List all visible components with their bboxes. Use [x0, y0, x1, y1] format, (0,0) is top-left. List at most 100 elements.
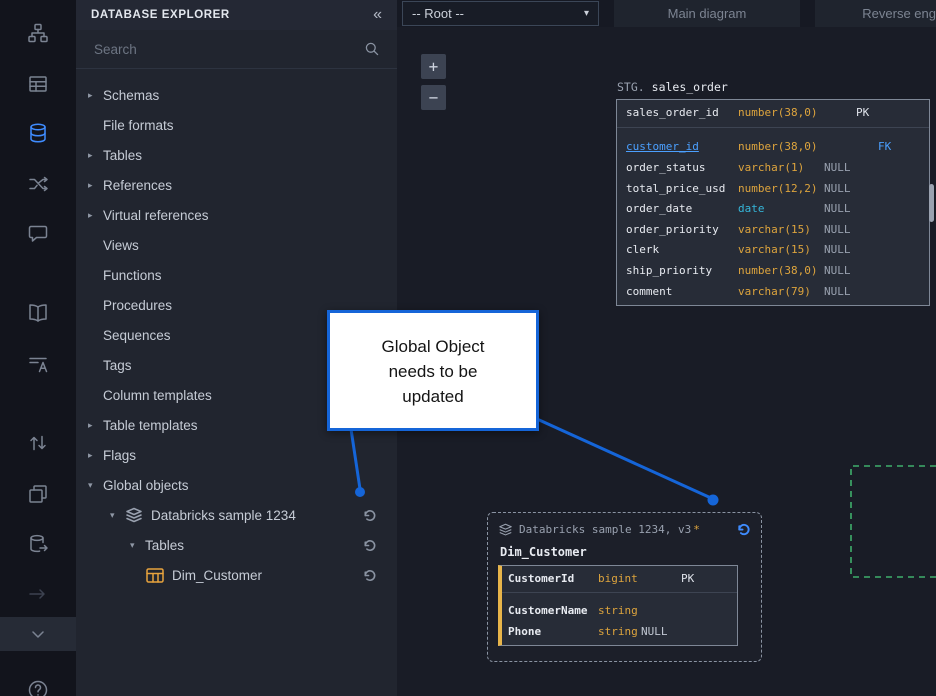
stack-icon	[125, 507, 143, 524]
chevron-down-icon[interactable]: ▾	[110, 510, 125, 521]
tree-item-tables-child[interactable]: ▾ Tables	[76, 530, 397, 560]
zoom-in-button[interactable]: +	[421, 54, 446, 79]
icon-sidebar	[0, 0, 76, 696]
layers-icon[interactable]	[27, 483, 49, 505]
global-object-title: Databricks sample 1234, v3	[519, 523, 692, 536]
entity-dim-customer[interactable]: Databricks sample 1234, v3 * Dim_Custome…	[487, 512, 762, 662]
tree-item-label: Global objects	[103, 477, 189, 493]
tree-item-global-objects[interactable]: ▾ Global objects	[76, 470, 397, 500]
zoom-out-button[interactable]: −	[421, 85, 446, 110]
collapse-panel-icon[interactable]: «	[373, 6, 382, 24]
database-export-icon[interactable]	[27, 533, 49, 555]
null-flag: NULL	[824, 243, 851, 257]
tree-item-tables[interactable]: ▸ Tables	[76, 140, 397, 170]
schema-label: STG.	[617, 80, 645, 94]
tree-item-functions[interactable]: Functions	[76, 260, 397, 290]
sitemap-icon[interactable]	[27, 22, 49, 44]
tree-item-flags[interactable]: ▸ Flags	[76, 440, 397, 470]
tree-item-label: Column templates	[103, 387, 212, 403]
annotation-callout[interactable]: Global Object needs to be updated	[327, 310, 539, 431]
column-row[interactable]: order_date date NULL	[617, 198, 929, 219]
chat-icon[interactable]	[27, 222, 49, 244]
search-placeholder: Search	[94, 41, 137, 57]
undo-change-icon[interactable]	[362, 538, 377, 553]
shuffle-icon[interactable]	[27, 173, 49, 195]
tree-item-label: Tags	[103, 357, 132, 373]
tree-item-databricks-sample[interactable]: ▾ Databricks sample 1234	[76, 500, 397, 530]
chevron-right-icon[interactable]: ▸	[88, 90, 103, 101]
column-row[interactable]: clerk varchar(15) NULL	[617, 240, 929, 261]
chevron-right-icon[interactable]: ▸	[88, 450, 103, 461]
column-row[interactable]: order_status varchar(1) NULL	[617, 157, 929, 178]
null-flag: NULL	[824, 181, 851, 195]
column-row[interactable]: customer_id number(38,0) FK	[617, 137, 929, 158]
undo-change-icon[interactable]	[362, 568, 377, 583]
diagram-root-select[interactable]: -- Root -- ▾	[402, 1, 599, 26]
entity-sales-order[interactable]: STG. sales_order sales_order_id number(38…	[616, 80, 930, 307]
chevron-right-icon[interactable]: ▸	[88, 210, 103, 221]
modified-marker: *	[693, 523, 700, 536]
column-row[interactable]: order_priority varchar(15) NULL	[617, 219, 929, 240]
entity-title: STG. sales_order	[617, 80, 930, 94]
tree-item-label: Flags	[103, 447, 137, 463]
column-row[interactable]: CustomerId bigint PK	[502, 568, 737, 589]
tree-item-virtual-references[interactable]: ▸ Virtual references	[76, 200, 397, 230]
tab-main-diagram[interactable]: Main diagram	[614, 0, 800, 27]
column-row[interactable]: ship_priority number(38,0) NULL	[617, 260, 929, 281]
tree-item-label: Table templates	[103, 417, 198, 433]
tree-item-label: Procedures	[103, 297, 173, 313]
book-icon[interactable]	[27, 302, 49, 324]
tab-reverse-engineering[interactable]: Reverse eng	[815, 0, 936, 27]
entity-body[interactable]: sales_order_id number(38,0) PK customer_id…	[616, 99, 930, 307]
undo-change-icon[interactable]	[362, 508, 377, 523]
tree-item-views[interactable]: Views	[76, 230, 397, 260]
tree-item-label: Schemas	[103, 87, 160, 103]
column-row[interactable]: sales_order_id number(38,0) PK	[617, 102, 929, 123]
fk-flag: FK	[878, 140, 892, 154]
tree-item-label: File formats	[103, 117, 174, 133]
pk-flag: PK	[856, 105, 870, 119]
arrow-right-icon[interactable]	[27, 583, 49, 605]
null-flag: NULL	[641, 625, 668, 638]
pk-flag: PK	[681, 572, 695, 585]
column-row[interactable]: comment varchar(79) NULL	[617, 281, 929, 302]
undo-change-icon[interactable]	[736, 522, 751, 537]
row-separator	[502, 592, 737, 593]
chevron-down-icon[interactable]: ▾	[88, 480, 103, 491]
chevron-down-icon[interactable]: ▾	[130, 540, 145, 551]
column-row[interactable]: CustomerName string	[502, 600, 737, 621]
tree-item-label: Tables	[145, 537, 185, 553]
tree-item-dim-customer[interactable]: Dim_Customer	[76, 560, 397, 590]
vertical-scrollbar-thumb[interactable]	[929, 184, 934, 222]
tree-item-label: Virtual references	[103, 207, 209, 223]
column-row[interactable]: Phone string NULL	[502, 621, 737, 642]
tree-item-label: Dim_Customer	[172, 567, 263, 583]
tree-item-label: Databricks sample 1234	[151, 507, 296, 523]
tree-item-label: References	[103, 177, 173, 193]
app-window: DATABASE EXPLORER « Search ▸ Schemas File…	[0, 0, 936, 696]
text-format-icon[interactable]	[27, 353, 49, 375]
tree-item-label: Views	[103, 237, 139, 253]
chevron-right-icon[interactable]: ▸	[88, 420, 103, 431]
help-icon[interactable]	[27, 679, 49, 696]
chevron-down-icon[interactable]	[27, 623, 49, 645]
search-input[interactable]: Search	[76, 30, 397, 69]
chevron-right-icon[interactable]: ▸	[88, 150, 103, 161]
null-flag: NULL	[824, 263, 851, 277]
table-name-label: Dim_Customer	[500, 545, 587, 559]
column-row[interactable]: total_price_usd number(12,2) NULL	[617, 178, 929, 199]
tree-item-references[interactable]: ▸ References	[76, 170, 397, 200]
database-icon[interactable]	[27, 122, 49, 144]
tree-item-schemas[interactable]: ▸ Schemas	[76, 80, 397, 110]
chevron-right-icon[interactable]: ▸	[88, 180, 103, 191]
swap-vertical-icon[interactable]	[27, 432, 49, 454]
entity-body[interactable]: CustomerId bigint PK CustomerName string Ph…	[498, 565, 738, 646]
chevron-down-icon: ▾	[583, 8, 589, 19]
table-icon[interactable]	[27, 73, 49, 95]
null-flag: NULL	[824, 160, 851, 174]
tree-item-label: Sequences	[103, 327, 171, 343]
tree-item-file-formats[interactable]: File formats	[76, 110, 397, 140]
stack-icon	[498, 523, 513, 537]
search-icon	[365, 42, 379, 56]
row-separator	[617, 126, 929, 128]
